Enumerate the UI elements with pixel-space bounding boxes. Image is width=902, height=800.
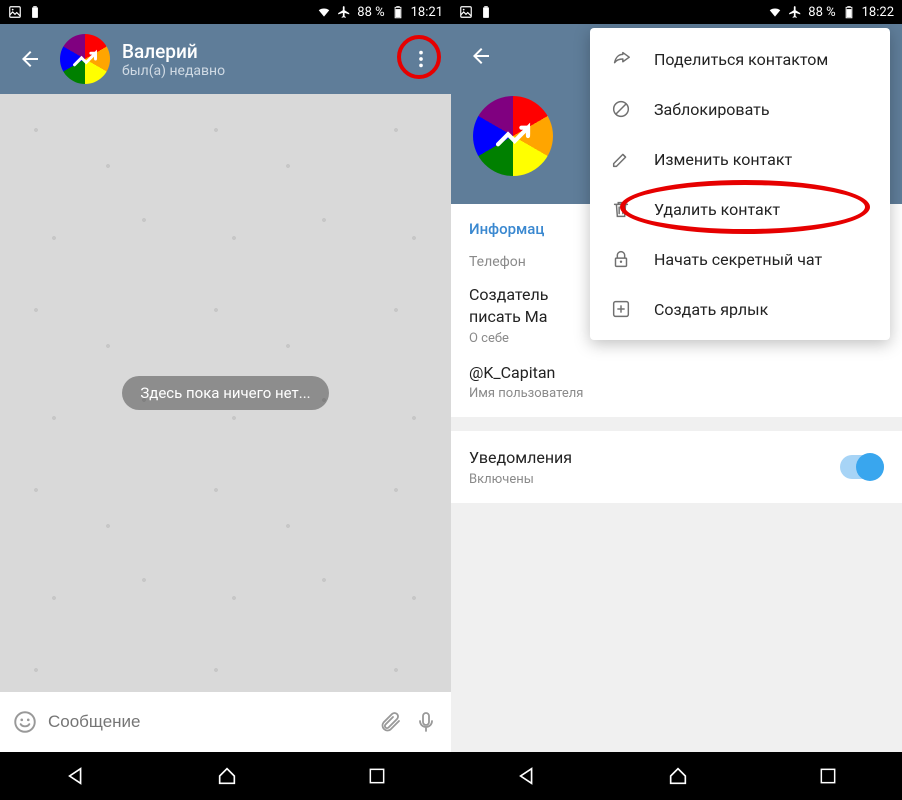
square-icon <box>367 766 387 786</box>
battery-saver-icon <box>28 5 42 19</box>
mic-icon <box>414 710 438 734</box>
phone-screen-chat: 88 % 18:21 Валерий был(а) недавно Здесь … <box>0 0 451 800</box>
share-icon <box>610 48 632 70</box>
message-input-bar <box>0 692 451 752</box>
menu-share-contact[interactable]: Поделиться контактом <box>590 34 890 84</box>
menu-label: Начать секретный чат <box>654 250 822 269</box>
emoji-button[interactable] <box>12 709 38 735</box>
highlight-circle <box>397 35 441 79</box>
airplane-icon <box>788 5 802 19</box>
back-button[interactable] <box>12 41 48 77</box>
android-nav-bar <box>0 752 451 800</box>
trend-icon <box>71 45 99 73</box>
battery-icon <box>842 5 856 19</box>
battery-saver-icon <box>479 5 493 19</box>
username-value[interactable]: @K_Capitan <box>469 362 884 384</box>
attach-button[interactable] <box>377 709 403 735</box>
nav-home[interactable] <box>216 765 238 787</box>
wifi-icon <box>768 5 782 19</box>
paperclip-icon <box>378 710 402 734</box>
header-text[interactable]: Валерий был(а) недавно <box>122 40 391 79</box>
triangle-back-icon <box>65 765 87 787</box>
battery-percent: 88 % <box>808 5 835 20</box>
arrow-left-icon <box>18 47 42 71</box>
lock-icon <box>610 248 632 270</box>
empty-chat-message: Здесь пока ничего нет... <box>122 376 328 410</box>
context-menu: Поделиться контактом Заблокировать Измен… <box>590 28 890 340</box>
menu-delete-contact[interactable]: Удалить контакт <box>590 184 890 234</box>
menu-label: Изменить контакт <box>654 150 792 169</box>
menu-label: Удалить контакт <box>654 200 780 219</box>
username-label: Имя пользователя <box>469 386 884 401</box>
menu-label: Поделиться контактом <box>654 50 828 69</box>
pencil-icon <box>610 148 632 170</box>
chat-background[interactable]: Здесь пока ничего нет... <box>0 94 451 692</box>
menu-label: Создать ярлык <box>654 300 768 319</box>
avatar[interactable] <box>473 96 553 176</box>
android-nav-bar <box>451 752 902 800</box>
voice-button[interactable] <box>413 709 439 735</box>
nav-recent[interactable] <box>818 766 838 786</box>
battery-icon <box>391 5 405 19</box>
phone-screen-profile: 88 % 18:22 Информац Телефон Создатель пи… <box>451 0 902 800</box>
notif-switch[interactable] <box>840 455 884 479</box>
avatar[interactable] <box>60 34 110 84</box>
contact-name: Валерий <box>122 40 391 63</box>
clock: 18:22 <box>862 5 894 20</box>
status-bar: 88 % 18:22 <box>451 0 902 24</box>
trash-icon <box>610 198 632 220</box>
image-indicator-icon <box>8 5 22 19</box>
status-bar: 88 % 18:21 <box>0 0 451 24</box>
square-icon <box>818 766 838 786</box>
menu-block[interactable]: Заблокировать <box>590 84 890 134</box>
home-icon <box>216 765 238 787</box>
chat-header: Валерий был(а) недавно <box>0 24 451 94</box>
message-input[interactable] <box>48 712 367 732</box>
battery-percent: 88 % <box>357 5 384 20</box>
airplane-icon <box>337 5 351 19</box>
block-icon <box>610 98 632 120</box>
nav-home[interactable] <box>667 765 689 787</box>
clock: 18:21 <box>411 5 443 20</box>
image-indicator-icon <box>459 5 473 19</box>
notif-title: Уведомления <box>469 447 572 469</box>
menu-label: Заблокировать <box>654 100 770 119</box>
contact-status: был(а) недавно <box>122 63 391 79</box>
notif-card: Уведомления Включены <box>451 431 902 502</box>
triangle-back-icon <box>516 765 538 787</box>
home-icon <box>667 765 689 787</box>
arrow-left-icon <box>469 44 493 68</box>
add-home-icon <box>610 298 632 320</box>
smile-icon <box>12 709 38 735</box>
notif-status: Включены <box>469 472 572 487</box>
nav-back[interactable] <box>516 765 538 787</box>
menu-edit-contact[interactable]: Изменить контакт <box>590 134 890 184</box>
menu-create-shortcut[interactable]: Создать ярлык <box>590 284 890 334</box>
nav-recent[interactable] <box>367 766 387 786</box>
wifi-icon <box>317 5 331 19</box>
more-options-button[interactable] <box>403 41 439 77</box>
back-button[interactable] <box>463 38 499 74</box>
menu-secret-chat[interactable]: Начать секретный чат <box>590 234 890 284</box>
trend-icon <box>493 116 533 156</box>
nav-back[interactable] <box>65 765 87 787</box>
